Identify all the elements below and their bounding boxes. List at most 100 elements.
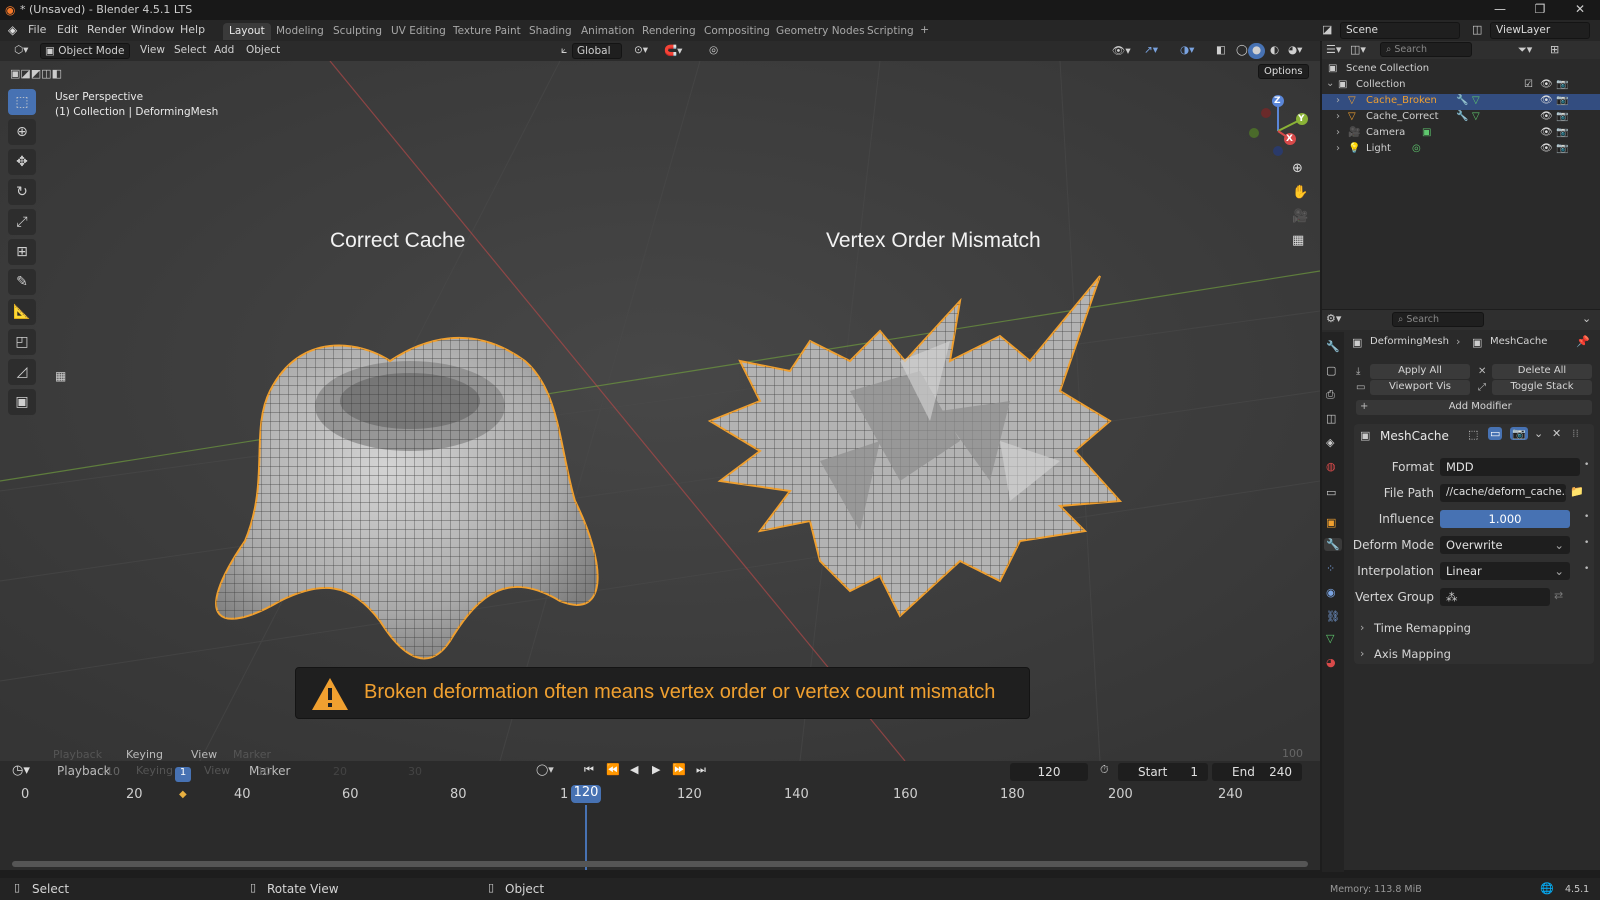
scene-selector[interactable]: Scene [1340, 22, 1460, 39]
menu-file[interactable]: File [28, 23, 46, 36]
close-button[interactable]: ✕ [1560, 2, 1600, 16]
properties-options-icon[interactable]: ⌄ [1582, 312, 1591, 325]
menu-edit[interactable]: Edit [57, 23, 78, 36]
add-modifier-button[interactable]: + Add Modifier [1356, 400, 1592, 415]
collection-camera-icon[interactable]: 📷 [1556, 79, 1568, 90]
deform-mode-dropdown[interactable]: Overwrite ⌄ [1440, 536, 1570, 554]
menu-render[interactable]: Render [87, 23, 126, 36]
axis-mapping-subpanel[interactable]: Axis Mapping [1374, 647, 1451, 661]
transform-tool-icon[interactable]: ⊞ [8, 239, 36, 265]
view-layer-tab-icon[interactable]: ◫ [1326, 412, 1336, 425]
render-toggle-icon[interactable]: 📷 [1510, 427, 1528, 440]
pivot-icon[interactable]: ⊙▾ [630, 43, 652, 59]
viewport-vis-button[interactable]: Viewport Vis [1370, 380, 1470, 395]
jump-keyframe-forward-icon[interactable]: ⏩ [672, 763, 686, 776]
shear-tool-icon[interactable]: ◿ [8, 359, 36, 385]
tab-uv-editing[interactable]: UV Editing [385, 23, 452, 40]
constraints-tab-icon[interactable]: ⛓ [1326, 610, 1340, 623]
outliner-row-light[interactable]: › 💡 Light ◎ 👁 📷 [1322, 142, 1600, 158]
keyframe-dot-icon[interactable]: • [1584, 460, 1589, 470]
visibility-eye-icon[interactable]: 👁 [1540, 143, 1553, 154]
new-collection-icon[interactable]: ⊞ [1550, 43, 1559, 56]
collection-checkbox-icon[interactable]: ☑ [1524, 79, 1533, 90]
menu-view[interactable]: View [136, 43, 169, 59]
modifier-tab-icon[interactable]: 🔧 [1324, 538, 1342, 551]
render-camera-icon[interactable]: 📷 [1556, 127, 1568, 138]
solid-shading-icon[interactable]: ● [1248, 43, 1266, 59]
properties-search[interactable]: ⌕ Search [1392, 312, 1484, 327]
tab-texture-paint[interactable]: Texture Paint [447, 23, 527, 40]
tab-modeling[interactable]: Modeling [270, 23, 330, 40]
play-icon[interactable]: ▶ [652, 763, 660, 776]
expand-chevron-icon[interactable]: › [1336, 127, 1340, 138]
extra-tool-icon[interactable]: ▣ [8, 389, 36, 415]
select-mode-icons[interactable]: ▣◪◩◫◧ [10, 67, 62, 80]
jump-end-icon[interactable]: ⏭ [696, 763, 706, 777]
apply-all-button[interactable]: Apply All [1370, 364, 1470, 379]
expand-chevron-icon[interactable]: › [1336, 95, 1340, 106]
overlay-toggle-icon[interactable]: ◑▾ [1176, 43, 1198, 59]
add-workspace-button[interactable]: + [920, 23, 929, 36]
menu-help[interactable]: Help [180, 23, 205, 36]
tool-tab-icon[interactable]: 🔧 [1326, 340, 1340, 353]
timeline-ruler[interactable]: 0 20 40 60 80 1 120 140 160 180 200 240 … [0, 783, 1320, 805]
outliner-search[interactable]: ⌕ Search [1380, 42, 1472, 57]
orientation-selector[interactable]: Global [572, 43, 622, 59]
3d-viewport[interactable]: User Perspective (1) Collection | Deform… [0, 61, 1320, 761]
menu-object[interactable]: Object [242, 43, 284, 59]
timeline-editor-icon[interactable]: ◷▾ [12, 763, 30, 778]
outliner-row-cache-correct[interactable]: › ▽ Cache_Correct 🔧 ▽ 👁 📷 [1322, 110, 1600, 126]
visibility-eye-icon[interactable]: 👁 [1540, 127, 1553, 138]
maximize-button[interactable]: ❐ [1520, 2, 1560, 16]
visibility-icon[interactable]: 👁▾ [1108, 43, 1135, 59]
vertex-group-field[interactable]: ⁂ [1440, 588, 1550, 606]
world-tab-icon[interactable]: ◍ [1326, 460, 1336, 473]
delete-all-button[interactable]: Delete All [1492, 364, 1592, 379]
select-box-tool-icon[interactable]: ⬚ [8, 89, 36, 115]
current-frame-field[interactable]: 120 [1010, 763, 1088, 781]
render-camera-icon[interactable]: 📷 [1556, 111, 1568, 122]
render-camera-icon[interactable]: 📷 [1556, 143, 1568, 154]
mode-selector[interactable]: ▣ Object Mode [40, 43, 130, 59]
render-camera-icon[interactable]: 📷 [1556, 95, 1568, 106]
visibility-eye-icon[interactable]: 👁 [1540, 111, 1553, 122]
start-frame-field[interactable]: Start 1 [1118, 763, 1208, 781]
display-mode-icon[interactable]: ◫▾ [1350, 43, 1366, 56]
remove-modifier-icon[interactable]: ✕ [1552, 427, 1561, 440]
invert-vertex-group-icon[interactable]: ⇄ [1554, 589, 1563, 602]
chevron-right-icon[interactable]: › [1360, 647, 1364, 660]
file-path-field[interactable]: //cache/deform_cache.mdd [1440, 484, 1566, 502]
rendered-shading-icon[interactable]: ◕▾ [1284, 43, 1306, 59]
tab-compositing[interactable]: Compositing [698, 23, 776, 40]
snap-icon[interactable]: 🧲▾ [660, 43, 686, 59]
tab-sculpting[interactable]: Sculpting [327, 23, 388, 40]
edit-mode-toggle-icon[interactable]: ⬚ [1468, 428, 1478, 441]
camera-view-icon[interactable]: 🎥 [1292, 209, 1308, 224]
use-preview-range-icon[interactable]: ⏱ [1100, 763, 1109, 777]
scene-tab-icon[interactable]: ◈ [1326, 436, 1334, 449]
view-layer-selector[interactable]: ViewLayer [1490, 22, 1590, 39]
drag-handle-icon[interactable]: ⁞⁞ [1572, 427, 1579, 440]
chevron-right-icon[interactable]: › [1360, 621, 1364, 634]
minimize-button[interactable]: — [1480, 2, 1520, 16]
pan-hand-icon[interactable]: ✋ [1292, 185, 1308, 200]
modifier-name-field[interactable]: MeshCache [1380, 429, 1449, 443]
object-tab-icon[interactable]: ▣ [1326, 516, 1336, 529]
expand-chevron-icon[interactable]: › [1336, 111, 1340, 122]
outliner-row-camera[interactable]: › 🎥 Camera ▣ 👁 📷 [1322, 126, 1600, 142]
cursor-tool-icon[interactable]: ⊕ [8, 119, 36, 145]
outliner-editor-icon[interactable]: ☰▾ [1326, 43, 1341, 56]
keyframe-diamond-icon[interactable]: ◆ [179, 789, 187, 800]
influence-slider[interactable]: 1.000 [1440, 510, 1570, 528]
tab-shading[interactable]: Shading [523, 23, 578, 40]
menu-select[interactable]: Select [170, 43, 210, 59]
time-remapping-subpanel[interactable]: Time Remapping [1374, 621, 1471, 635]
outliner-row-cache-broken[interactable]: › ▽ Cache_Broken 🔧 ▽ 👁 📷 [1322, 94, 1600, 110]
play-reverse-icon[interactable]: ◀ [630, 763, 638, 776]
tab-layout[interactable]: Layout [223, 23, 271, 40]
particles-tab-icon[interactable]: ⁘ [1326, 562, 1335, 575]
annotate-tool-icon[interactable]: ✎ [8, 269, 36, 295]
viewport-toggle-icon[interactable]: ▭ [1488, 427, 1503, 440]
folder-browse-icon[interactable]: 📁 [1570, 485, 1584, 498]
keyframe-dot-icon[interactable]: • [1584, 512, 1589, 522]
